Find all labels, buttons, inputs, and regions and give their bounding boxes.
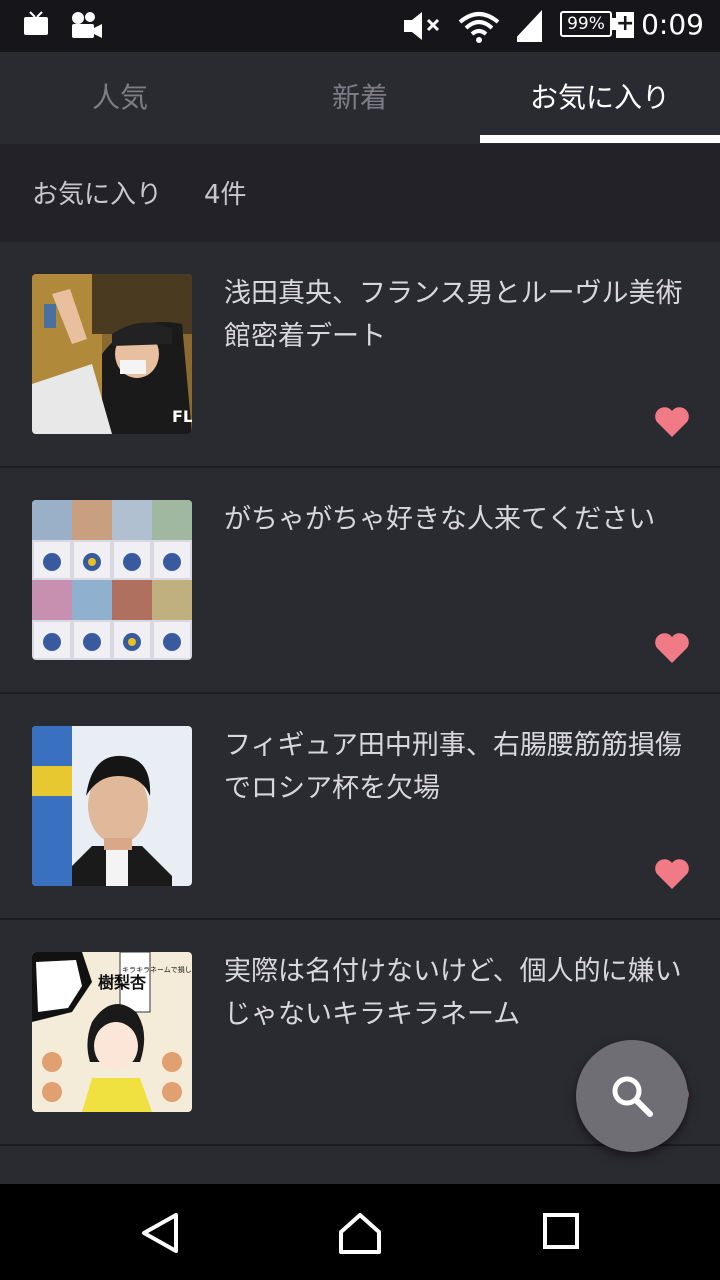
mute-icon xyxy=(404,12,440,40)
heart-icon[interactable] xyxy=(654,406,690,438)
back-icon[interactable] xyxy=(140,1212,180,1254)
charging-icon: + xyxy=(616,11,635,38)
thumbnail: 樹梨杏 キラキラネームで損したことは? xyxy=(32,952,192,1112)
status-bar: 99% + 0:09 xyxy=(0,0,720,52)
video-icon xyxy=(72,12,102,38)
favorites-list: FLA 浅田真央、フランス男とルーヴル美術館密着デート xyxy=(0,242,720,1146)
heart-icon[interactable] xyxy=(654,858,690,890)
item-title: がちゃがちゃ好きな人来てください xyxy=(224,504,656,535)
section-header: お気に入り 4件 xyxy=(0,144,720,242)
search-button[interactable] xyxy=(576,1040,688,1152)
tab-favorites[interactable]: お気に入り xyxy=(480,52,720,144)
heart-icon[interactable] xyxy=(654,632,690,664)
active-tab-indicator xyxy=(480,135,720,143)
item-title: フィギュア田中刑事、右腸腰筋筋損傷でロシア杯を欠場 xyxy=(224,730,682,804)
battery-icon: 99% xyxy=(560,11,612,37)
thumb-caption-name: 樹梨杏 xyxy=(98,973,146,992)
thumbnail xyxy=(32,726,192,886)
home-icon[interactable] xyxy=(338,1212,382,1254)
tv-icon xyxy=(24,11,48,35)
section-count: 4件 xyxy=(204,180,247,210)
clock: 0:09 xyxy=(641,8,704,41)
thumb-watermark: FLA xyxy=(172,407,192,426)
tab-bar: 人気 新着 お気に入り xyxy=(0,52,720,144)
list-item[interactable]: フィギュア田中刑事、右腸腰筋筋損傷でロシア杯を欠場 xyxy=(0,694,720,920)
signal-icon xyxy=(512,10,542,42)
tab-new[interactable]: 新着 xyxy=(240,52,480,144)
list-item[interactable]: FLA 浅田真央、フランス男とルーヴル美術館密着デート xyxy=(0,242,720,468)
tab-popular[interactable]: 人気 xyxy=(0,52,240,144)
wifi-icon xyxy=(458,12,500,43)
thumb-caption-question: キラキラネームで損したことは? xyxy=(122,965,192,974)
item-title: 実際は名付けないけど、個人的に嫌いじゃないキラキラネーム xyxy=(224,956,682,1030)
navigation-bar xyxy=(0,1184,720,1280)
section-title: お気に入り xyxy=(32,180,163,210)
thumbnail: FLA xyxy=(32,274,192,434)
item-title: 浅田真央、フランス男とルーヴル美術館密着デート xyxy=(224,278,683,352)
search-icon xyxy=(612,1076,653,1117)
recents-icon[interactable] xyxy=(542,1212,580,1250)
thumbnail xyxy=(32,500,192,660)
list-item[interactable]: がちゃがちゃ好きな人来てください xyxy=(0,468,720,694)
